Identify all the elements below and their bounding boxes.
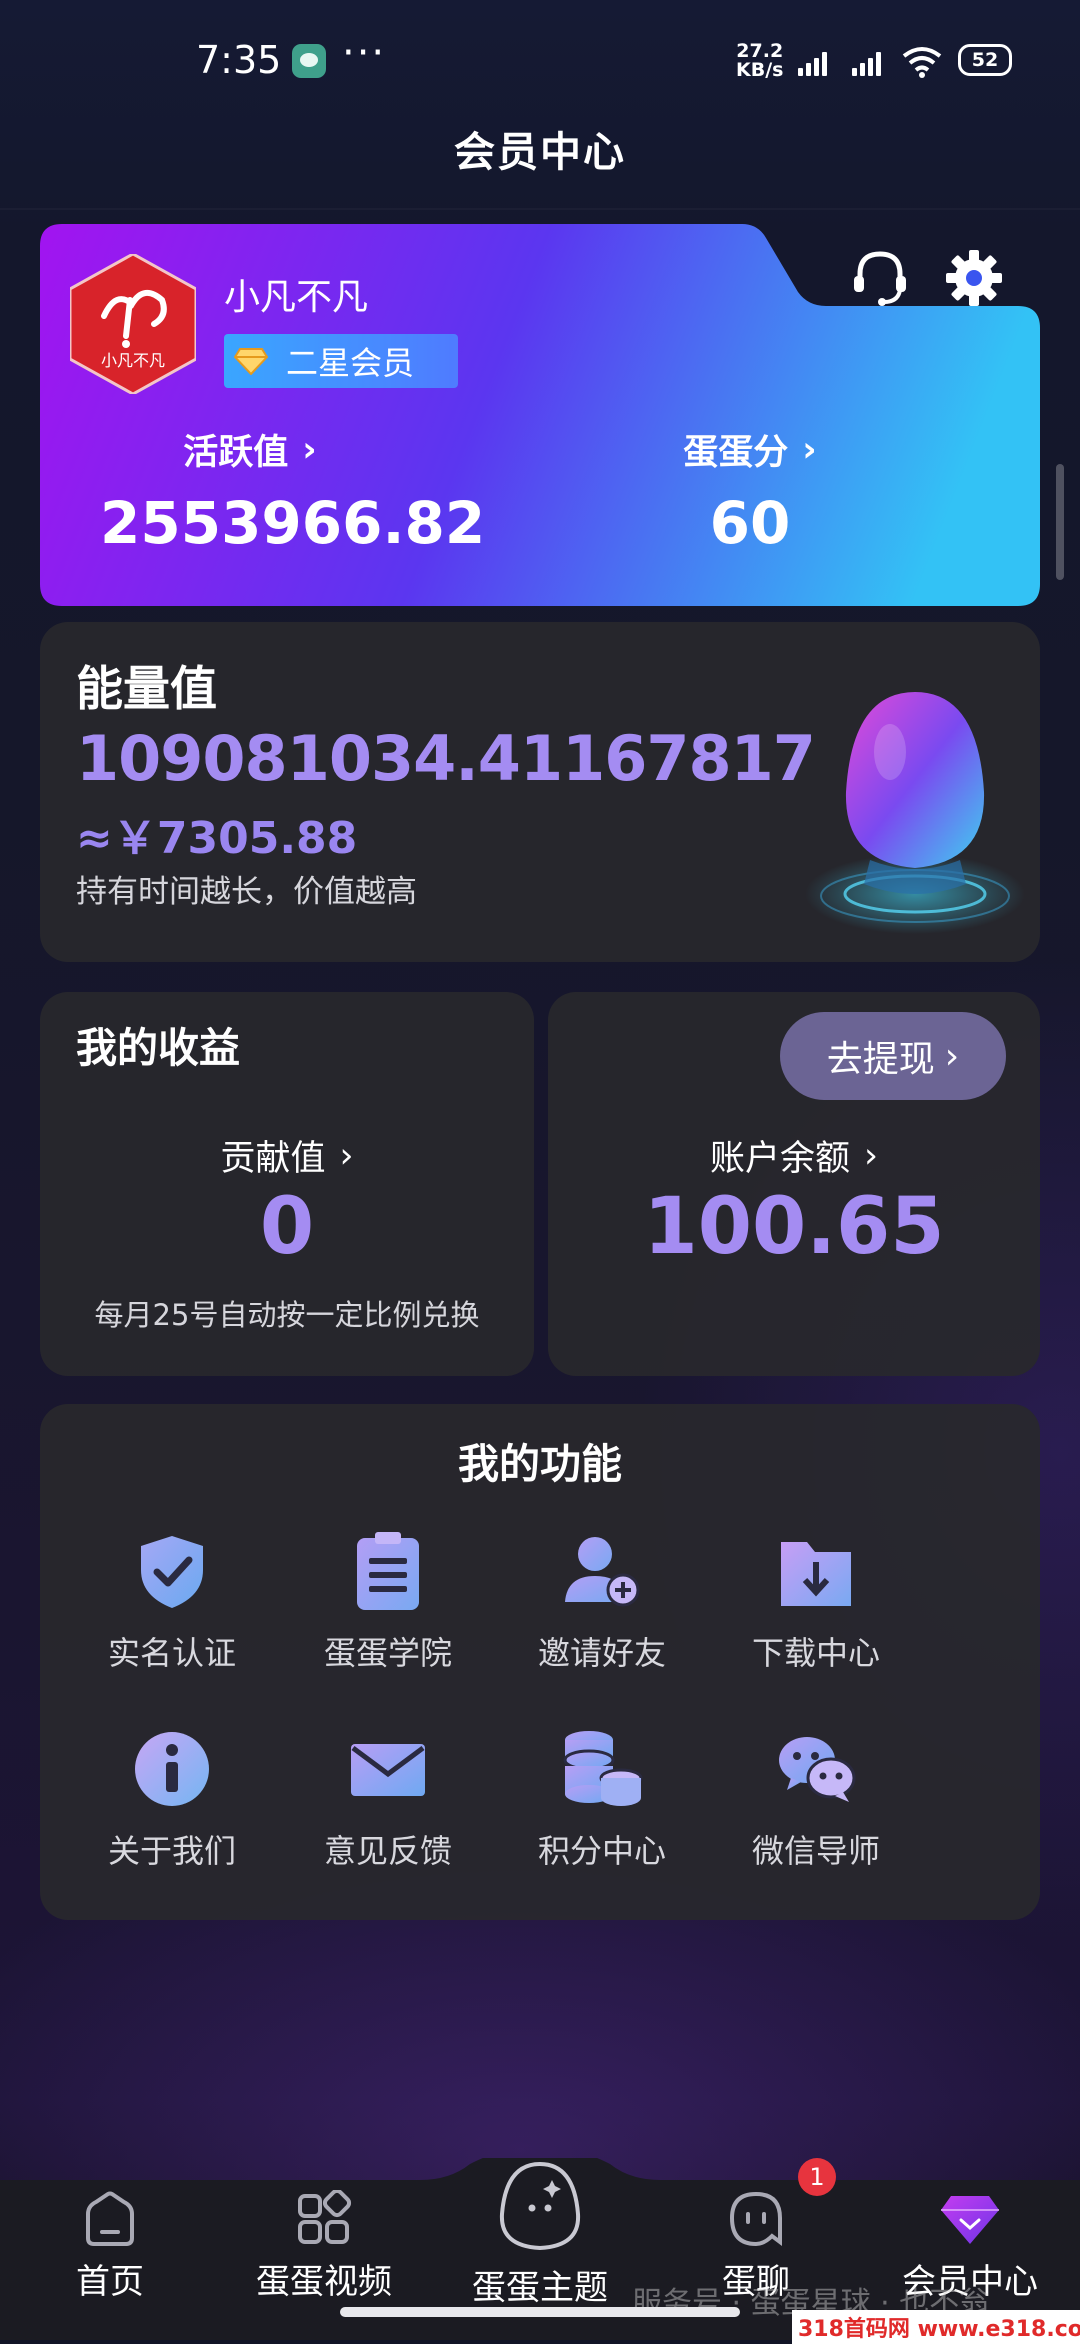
chevron-right-icon: › [944, 1035, 960, 1077]
contribution-link[interactable]: 贡献值 › [40, 1130, 534, 1181]
features-title: 我的功能 [458, 1440, 622, 1488]
feature-label: 微信导师 [751, 1832, 880, 1870]
username: 小凡不凡 [224, 277, 369, 318]
energy-hint: 持有时间越长，价值越高 [76, 874, 417, 910]
settings-gear-icon[interactable] [942, 246, 1006, 310]
feature-label: 实名认证 [107, 1634, 236, 1672]
feature-points-center[interactable]: 积分中心 [502, 1726, 702, 1872]
egg-points-label: 蛋蛋分 [683, 433, 789, 473]
balance-link[interactable]: 账户余额 › [548, 1130, 1040, 1181]
coins-icon [563, 1731, 643, 1806]
feature-real-name-auth[interactable]: 实名认证 [72, 1528, 272, 1674]
scrollbar[interactable] [1056, 464, 1064, 580]
add-user-icon [565, 1537, 640, 1607]
home-icon [86, 2191, 134, 2246]
nav-egg-video[interactable]: 蛋蛋视频 [224, 2190, 424, 2303]
energy-egg-icon [805, 692, 1025, 934]
video-grid-icon [298, 2190, 352, 2244]
header-divider [0, 208, 1080, 210]
feature-egg-academy[interactable]: 蛋蛋学院 [288, 1528, 488, 1674]
status-time: 7:35 [196, 38, 282, 82]
contribution-note: 每月25号自动按一定比例兑换 [94, 1298, 480, 1332]
net-speed-unit: KB/s [736, 59, 784, 81]
nav-label: 蛋蛋视频 [256, 2262, 392, 2302]
mail-icon [351, 1744, 425, 1796]
chat-icon [729, 2191, 782, 2247]
energy-panel[interactable]: 能量值 109081034.41167817 ≈￥7305.88 持有时间越长，… [40, 622, 1040, 962]
contribution-value: 0 [259, 1182, 315, 1272]
chevron-right-icon: › [302, 429, 317, 470]
feature-label: 意见反馈 [323, 1832, 452, 1870]
chevron-right-icon: › [339, 1135, 354, 1176]
diamond-icon [941, 2196, 999, 2244]
feature-invite-friends[interactable]: 邀请好友 [502, 1528, 702, 1674]
signal-1-icon [798, 50, 827, 76]
home-indicator[interactable] [340, 2307, 740, 2317]
withdraw-button[interactable]: 去提现 › [780, 1012, 1006, 1100]
nav-label: 首页 [76, 2262, 144, 2302]
battery-indicator: 52 [958, 44, 1012, 76]
customer-service-icon[interactable] [848, 246, 912, 310]
egg-points-value: 60 [709, 489, 791, 557]
avatar[interactable]: 小凡不凡 [70, 254, 196, 394]
feature-label: 下载中心 [751, 1634, 880, 1672]
feature-feedback[interactable]: 意见反馈 [288, 1726, 488, 1872]
member-card: 小凡不凡 小凡不凡 二星会员 活跃值 › 2553966.82 蛋蛋分 › 60 [40, 224, 1040, 606]
activity-value: 2553966.82 [100, 489, 486, 557]
chevron-right-icon: › [864, 1135, 878, 1176]
features-panel: 我的功能 实名认证 蛋蛋学院 邀请好友 下载中心 关于我们 意见反馈 积分中心 … [40, 1404, 1040, 1920]
site-watermark: 318首码网 www.e318.com [792, 2310, 1080, 2344]
feature-download-center[interactable]: 下载中心 [716, 1528, 916, 1674]
net-speed: 27.2 KB/s [736, 42, 783, 80]
feature-label: 积分中心 [537, 1832, 666, 1870]
balance-panel: 去提现 › 账户余额 › 100.65 [548, 992, 1040, 1376]
earnings-title: 我的收益 [76, 1024, 240, 1072]
earnings-panel: 我的收益 贡献值 › 0 每月25号自动按一定比例兑换 [40, 992, 534, 1376]
level-label: 二星会员 [286, 344, 415, 382]
clipboard-icon [357, 1532, 419, 1610]
activity-stat[interactable]: 活跃值 › 2553966.82 [100, 424, 486, 558]
level-badge[interactable]: 二星会员 [224, 334, 458, 388]
energy-approx-value: ≈￥7305.88 [76, 813, 358, 864]
energy-value: 109081034.41167817 [76, 722, 816, 795]
more-notifications-icon: ··· [342, 30, 387, 76]
chat-app-icon [292, 44, 326, 78]
egg-points-stat[interactable]: 蛋蛋分 › 60 [640, 424, 860, 558]
withdraw-label: 去提现 [826, 1039, 935, 1080]
chevron-right-icon: › [802, 429, 817, 470]
feature-about-us[interactable]: 关于我们 [72, 1726, 272, 1872]
balance-value: 100.65 [643, 1182, 945, 1272]
status-bar: 7:35 ··· 27.2 KB/s 52 [0, 0, 1080, 120]
nav-home[interactable]: 首页 [10, 2190, 210, 2303]
info-icon [135, 1732, 209, 1806]
activity-label: 活跃值 [183, 433, 289, 473]
download-folder-icon [781, 1542, 851, 1606]
balance-label: 账户余额 [709, 1139, 850, 1179]
wechat-icon [779, 1737, 856, 1802]
contribution-label: 贡献值 [220, 1139, 326, 1179]
feature-label: 邀请好友 [537, 1634, 666, 1672]
diamond-icon [224, 334, 278, 388]
shield-check-icon [141, 1536, 203, 1608]
app-root: 7:35 ··· 27.2 KB/s 52 会员中心 小凡不凡 小凡不凡 二星会… [0, 0, 1080, 2344]
feature-label: 关于我们 [107, 1832, 236, 1870]
feature-wechat-mentor[interactable]: 微信导师 [716, 1726, 916, 1872]
nav-egg-theme[interactable]: 蛋蛋主题 [440, 2158, 640, 2309]
wifi-icon [902, 47, 942, 78]
feature-label: 蛋蛋学院 [323, 1634, 452, 1672]
egg-icon [499, 2161, 581, 2251]
signal-2-icon [852, 50, 881, 76]
page-title: 会员中心 [454, 128, 626, 176]
chat-unread-badge: 1 [798, 2158, 836, 2196]
nav-label: 蛋蛋主题 [472, 2268, 608, 2308]
energy-title: 能量值 [76, 662, 217, 717]
avatar-text: 小凡不凡 [101, 351, 165, 370]
